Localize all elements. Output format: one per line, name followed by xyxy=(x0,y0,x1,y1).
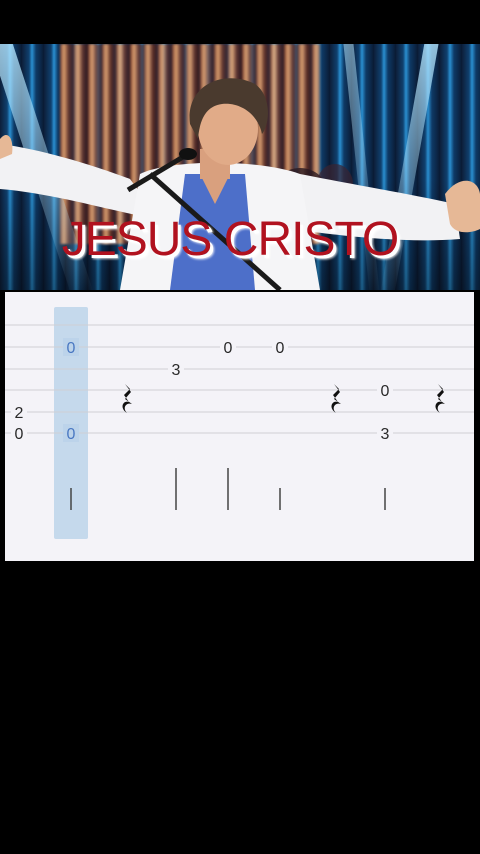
quarter-rest-icon xyxy=(435,384,445,413)
fret-number: 0 xyxy=(15,426,24,443)
guitar-tab-panel: 2 0 0 0 3 0 0 0 3 xyxy=(5,292,474,561)
performer-photo: JESUS CRISTO xyxy=(0,44,480,290)
fret-number: 0 xyxy=(67,426,76,443)
fret-number: 3 xyxy=(172,362,181,379)
fret-number: 0 xyxy=(381,383,390,400)
fret-number: 0 xyxy=(67,340,76,357)
quarter-rest-icon xyxy=(122,384,132,413)
fret-number: 3 xyxy=(381,426,390,443)
song-title-overlay: JESUS CRISTO xyxy=(61,213,400,266)
quarter-rest-icon xyxy=(331,384,341,413)
fret-number: 0 xyxy=(224,340,233,357)
fret-number: 0 xyxy=(276,340,285,357)
fret-number: 2 xyxy=(15,405,24,422)
video-frame: JESUS CRISTO 2 0 0 0 3 0 0 0 3 xyxy=(0,0,480,854)
tablature-staff: 2 0 0 0 3 0 0 0 3 xyxy=(5,307,474,539)
